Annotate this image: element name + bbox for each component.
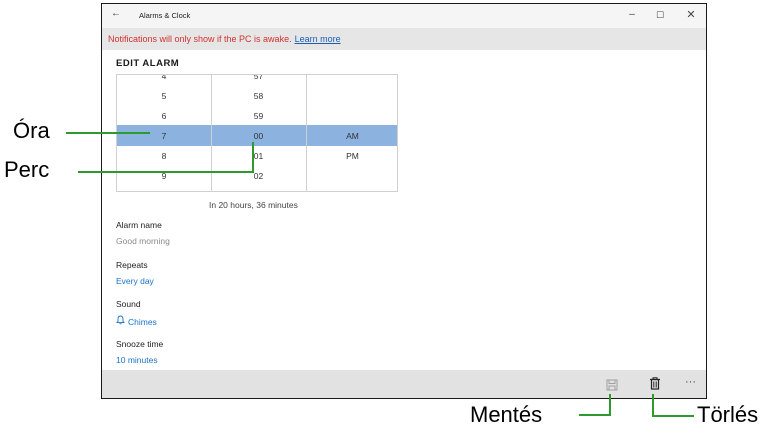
time-picker[interactable]: 4 5 6 7 8 9 10 57 58 59 00 01 02 03 AM P…: [116, 74, 398, 192]
sound-selector[interactable]: Chimes: [116, 315, 157, 327]
pm-option[interactable]: PM: [306, 146, 397, 166]
hour-option[interactable]: 8: [117, 146, 211, 166]
delete-callout: Törlés: [697, 402, 759, 427]
more-options-button[interactable]: ···: [685, 376, 696, 388]
minute-callout-line-h: [78, 171, 254, 173]
repeats-label: Repeats: [116, 260, 148, 270]
minute-option-selected[interactable]: 00: [211, 126, 306, 146]
app-title: Alarms & Clock: [139, 11, 191, 20]
sound-label: Sound: [116, 299, 141, 309]
snooze-selector[interactable]: 10 minutes: [116, 355, 158, 365]
minute-option[interactable]: 59: [211, 106, 306, 126]
delete-callout-line-v: [652, 394, 654, 417]
command-bar: ···: [102, 370, 706, 398]
repeats-selector[interactable]: Every day: [116, 276, 154, 286]
app-window: ← Alarms & Clock – ☐ ✕ Notifications wil…: [101, 3, 707, 399]
hour-callout: Óra: [13, 118, 50, 143]
close-button[interactable]: ✕: [681, 7, 701, 23]
notice-text: Notifications will only show if the PC i…: [108, 28, 341, 50]
save-callout: Mentés: [470, 402, 543, 427]
save-callout-line-v: [609, 394, 611, 416]
minute-option[interactable]: 02: [211, 166, 306, 186]
arrow-left-icon: ←: [111, 8, 121, 19]
alarm-name-input[interactable]: Good morning: [116, 236, 170, 246]
hour-callout-line: [66, 132, 150, 134]
sound-value: Chimes: [128, 317, 157, 327]
delete-button[interactable]: [649, 377, 663, 391]
back-button[interactable]: ←: [111, 8, 121, 19]
hour-option[interactable]: 10: [117, 186, 211, 191]
minute-option[interactable]: 57: [211, 75, 306, 86]
ampm-column[interactable]: AM PM: [306, 75, 397, 191]
notification-banner: Notifications will only show if the PC i…: [102, 28, 706, 50]
page-title: EDIT ALARM: [116, 58, 180, 69]
hour-option[interactable]: 6: [117, 106, 211, 126]
minute-option[interactable]: 03: [211, 186, 306, 191]
save-callout-line-h: [579, 414, 611, 416]
maximize-button[interactable]: ☐: [650, 7, 670, 23]
minute-option[interactable]: 58: [211, 86, 306, 106]
snooze-label: Snooze time: [116, 339, 164, 349]
learn-more-link[interactable]: Learn more: [295, 34, 341, 44]
minute-column[interactable]: 57 58 59 00 01 02 03: [211, 75, 307, 191]
minute-callout: Perc: [4, 157, 50, 182]
hour-option[interactable]: 5: [117, 86, 211, 106]
minimize-button[interactable]: –: [622, 7, 642, 23]
am-option-selected[interactable]: AM: [306, 126, 397, 146]
hour-option[interactable]: 4: [117, 75, 211, 86]
notice-message: Notifications will only show if the PC i…: [108, 34, 292, 44]
minute-option[interactable]: 01: [211, 146, 306, 166]
trash-icon: [650, 377, 660, 390]
save-button[interactable]: [606, 378, 620, 392]
alarm-name-label: Alarm name: [116, 220, 162, 230]
hour-option-selected[interactable]: 7: [117, 126, 211, 146]
time-until-alarm: In 20 hours, 36 minutes: [209, 200, 298, 210]
delete-callout-line-h: [652, 415, 694, 417]
save-icon: [606, 379, 618, 391]
minute-callout-line-v: [252, 142, 254, 173]
title-bar: ← Alarms & Clock – ☐ ✕: [102, 4, 706, 28]
hour-option[interactable]: 9: [117, 166, 211, 186]
bell-icon: [116, 315, 125, 327]
